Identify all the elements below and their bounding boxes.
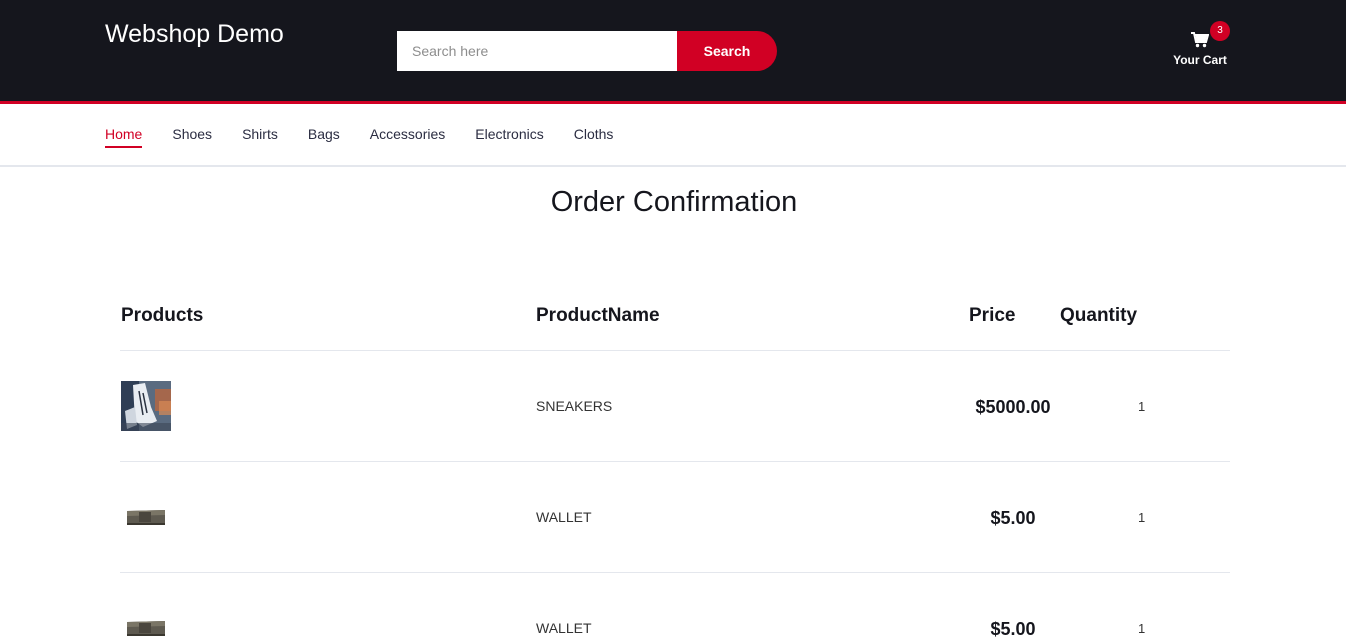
- cart-count-badge: 3: [1210, 21, 1230, 41]
- nav-item-electronics[interactable]: Electronics: [475, 126, 543, 146]
- search-button[interactable]: Search: [677, 31, 777, 71]
- site-logo[interactable]: Webshop Demo: [105, 20, 284, 48]
- search-input[interactable]: [397, 31, 678, 71]
- main-nav: Home Shoes Shirts Bags Accessories Elect…: [0, 104, 1346, 167]
- nav-item-shirts[interactable]: Shirts: [242, 126, 278, 146]
- product-price-cell: $5.00: [990, 508, 1036, 528]
- row-divider: [120, 572, 1230, 573]
- shopping-cart-icon: [1191, 32, 1209, 48]
- wallet-image: [127, 510, 165, 525]
- site-header: Webshop Demo Search 3 Your Cart: [0, 0, 1346, 101]
- wallet-image: [127, 621, 165, 636]
- column-header-price: Price: [969, 305, 1016, 326]
- product-quantity-cell: 1: [1138, 621, 1146, 636]
- column-header-quantity: Quantity: [1060, 305, 1138, 326]
- product-quantity-cell: 1: [1138, 510, 1146, 525]
- cart-label: Your Cart: [1173, 53, 1227, 67]
- nav-item-home[interactable]: Home: [105, 126, 143, 148]
- page-title: Order Confirmation: [550, 186, 798, 218]
- product-price-cell: $5.00: [990, 619, 1036, 639]
- product-quantity-cell: 1: [1138, 399, 1146, 414]
- nav-item-bags[interactable]: Bags: [308, 126, 340, 146]
- nav-item-shoes[interactable]: Shoes: [172, 126, 212, 146]
- nav-list: Home Shoes Shirts Bags Accessories Elect…: [105, 126, 643, 148]
- nav-item-cloths[interactable]: Cloths: [574, 126, 614, 146]
- sneakers-image: [121, 381, 171, 431]
- cart-button[interactable]: 3 Your Cart: [1170, 21, 1230, 70]
- product-name-cell: WALLET: [536, 509, 592, 525]
- product-name-cell: WALLET: [536, 620, 592, 636]
- column-header-product-name: ProductName: [536, 305, 660, 326]
- nav-item-accessories[interactable]: Accessories: [370, 126, 445, 146]
- column-header-products: Products: [121, 305, 204, 326]
- row-divider: [120, 461, 1230, 462]
- row-divider: [120, 350, 1230, 351]
- product-name-cell: SNEAKERS: [536, 398, 613, 414]
- product-price-cell: $5000.00: [975, 397, 1051, 417]
